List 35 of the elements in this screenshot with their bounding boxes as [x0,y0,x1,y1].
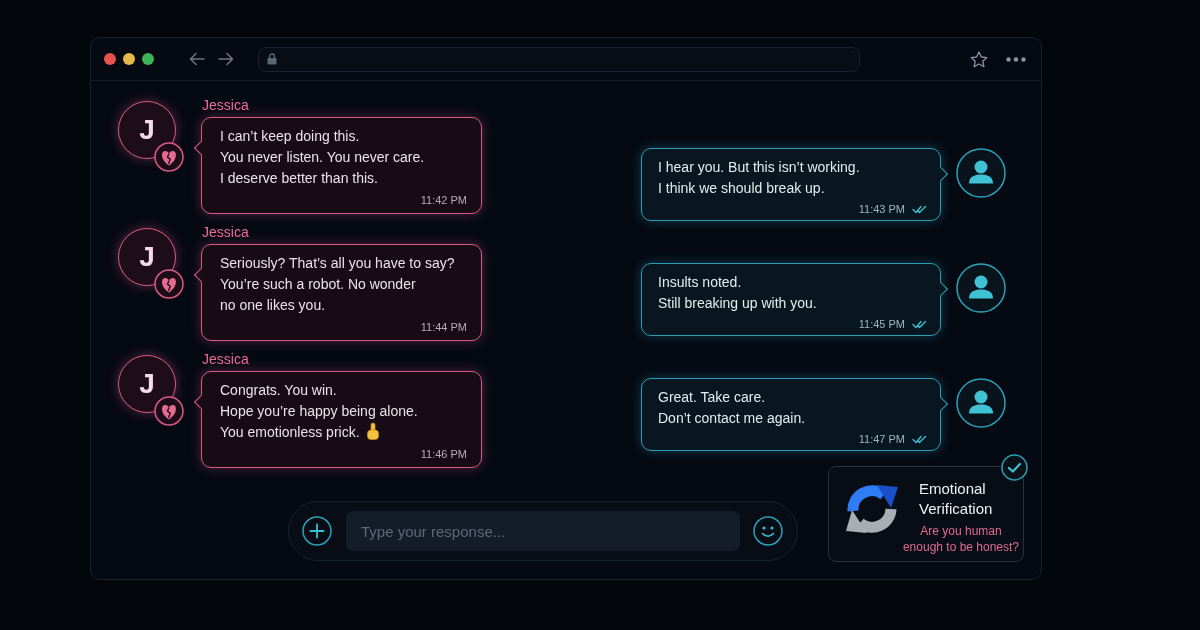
more-options-icon[interactable] [1006,56,1026,62]
timestamp: 11:47 PM [858,432,905,446]
smiley-icon[interactable] [753,516,783,546]
back-arrow-icon[interactable] [189,52,205,66]
user-avatar-icon [956,148,1006,198]
timestamp: 11:44 PM [420,320,467,334]
user-avatar-icon [956,378,1006,428]
minimize-window-icon[interactable] [123,53,135,65]
close-window-icon[interactable] [104,53,116,65]
message-input[interactable]: Type your response... [346,511,740,551]
timestamp: 11:46 PM [420,447,467,461]
sender-name: Jessica [201,351,250,367]
sender-name: Jessica [201,97,250,113]
verification-title: Emotional Verification [918,479,994,519]
refresh-arrows-icon [845,482,899,536]
avatar: J [118,228,176,286]
avatar: J [118,355,176,413]
message-text: Congrats. You win. Hope you’re happy being alone. You emotionless prick. [220,382,418,440]
timestamp: 11:45 PM [858,317,905,331]
avatar: J [118,101,176,159]
message-text: I can’t keep doing this. You never listen. You never care. I deserve better than this. [220,128,425,186]
verification-question: Are you human enough to be honest? [901,523,1021,555]
message-text: Great. Take care. Don’t contact me again. [658,388,807,428]
timestamp: 11:43 PM [858,202,905,216]
lock-icon [267,53,277,65]
forward-arrow-icon[interactable] [218,52,234,66]
message-text: Seriously? That’s all you have to say? You’re such a robot. No wonder no one likes you. [220,255,455,313]
star-icon[interactable] [970,50,988,68]
user-avatar-icon [956,263,1006,313]
sender-name: Jessica [201,224,250,240]
add-icon[interactable] [302,516,332,546]
message-text: I hear you. But this isn’t working. I think we should break up. [658,158,861,198]
maximize-window-icon[interactable] [142,53,154,65]
timestamp: 11:42 PM [420,193,467,207]
message-text: Insults noted. Still breaking up with you. [658,273,818,313]
